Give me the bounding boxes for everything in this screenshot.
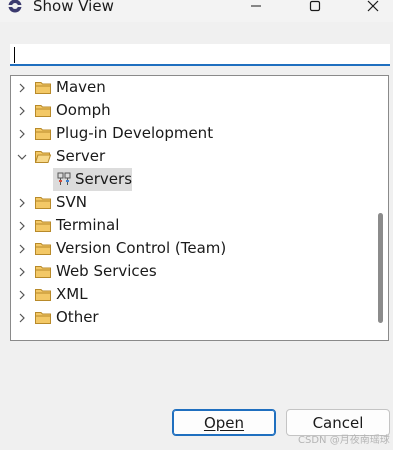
tree-item-web-services[interactable]: Web Services xyxy=(11,260,376,283)
tree-item-xml[interactable]: XML xyxy=(11,283,376,306)
chevron-right-icon[interactable] xyxy=(17,306,27,329)
tree-item-maven[interactable]: Maven xyxy=(11,76,376,99)
tree-item-label: Oomph xyxy=(56,101,111,119)
tree-item-label: Version Control (Team) xyxy=(56,239,227,257)
tree-item-oomph[interactable]: Oomph xyxy=(11,99,376,122)
title-bar: Show View xyxy=(0,0,393,22)
folder-icon xyxy=(35,266,51,278)
tree-item-svn[interactable]: SVN xyxy=(11,191,376,214)
tree-item-version-control[interactable]: Version Control (Team) xyxy=(11,237,376,260)
folder-icon xyxy=(35,220,51,232)
folder-icon xyxy=(35,105,51,117)
show-view-dialog: Show View Maven Oomph Plug-in Developmen… xyxy=(0,0,393,450)
chevron-right-icon[interactable] xyxy=(17,122,27,145)
scrollbar-thumb[interactable] xyxy=(378,213,383,323)
eclipse-app-icon xyxy=(8,0,22,13)
folder-icon xyxy=(35,128,51,140)
folder-icon xyxy=(35,289,51,301)
close-icon xyxy=(367,0,379,12)
tree-item-label: Terminal xyxy=(56,216,120,234)
chevron-right-icon[interactable] xyxy=(17,237,27,260)
window-title: Show View xyxy=(33,0,114,15)
tree-item-other[interactable]: Other xyxy=(11,306,376,329)
folder-open-icon xyxy=(35,151,51,163)
chevron-right-icon[interactable] xyxy=(17,191,27,214)
view-tree[interactable]: Maven Oomph Plug-in Development Server S… xyxy=(10,75,389,341)
folder-icon xyxy=(35,82,51,94)
text-cursor xyxy=(14,47,15,63)
tree-item-plug-in-development[interactable]: Plug-in Development xyxy=(11,122,376,145)
tree-item-label: Plug-in Development xyxy=(56,124,214,142)
open-button-label: Open xyxy=(203,413,245,432)
tree-item-label: Web Services xyxy=(56,262,157,280)
close-button[interactable] xyxy=(359,0,387,16)
chevron-right-icon[interactable] xyxy=(17,260,27,283)
minimize-icon xyxy=(251,5,261,7)
vertical-scrollbar[interactable] xyxy=(376,78,386,338)
chevron-right-icon[interactable] xyxy=(17,214,27,237)
folder-icon xyxy=(35,243,51,255)
chevron-right-icon[interactable] xyxy=(17,76,27,99)
chevron-down-icon[interactable] xyxy=(17,145,27,168)
chevron-right-icon[interactable] xyxy=(17,283,27,306)
minimize-button[interactable] xyxy=(242,0,270,16)
tree-item-terminal[interactable]: Terminal xyxy=(11,214,376,237)
maximize-button[interactable] xyxy=(301,0,329,16)
tree-item-label: Maven xyxy=(56,78,106,96)
filter-input[interactable] xyxy=(10,44,390,66)
tree-item-label: XML xyxy=(56,285,88,303)
tree-item-servers[interactable]: Servers xyxy=(11,168,376,191)
open-button[interactable]: Open xyxy=(172,409,276,436)
tree-item-label: Server xyxy=(56,147,106,165)
folder-icon xyxy=(35,312,51,324)
folder-icon xyxy=(35,197,51,209)
tree-item-label: Other xyxy=(56,308,99,326)
tree-item-server[interactable]: Server xyxy=(11,145,376,168)
chevron-right-icon[interactable] xyxy=(17,99,27,122)
servers-icon xyxy=(57,172,71,185)
tree-item-label: Servers xyxy=(75,170,133,188)
tree-item-label: SVN xyxy=(56,193,88,211)
watermark: CSDN @月夜南瑶球 xyxy=(298,435,390,446)
maximize-icon xyxy=(309,0,321,12)
